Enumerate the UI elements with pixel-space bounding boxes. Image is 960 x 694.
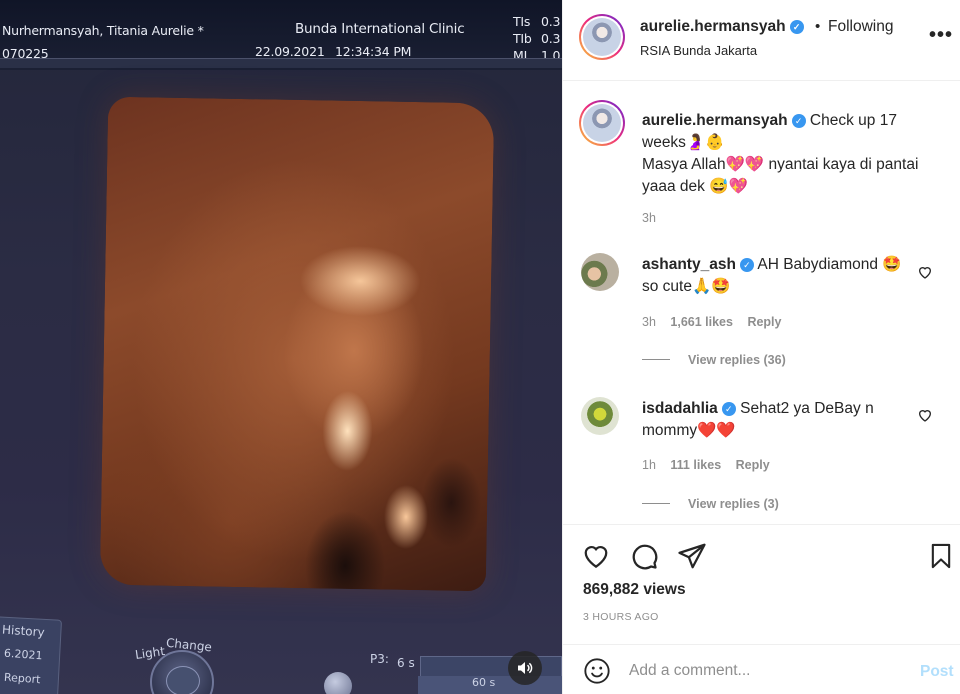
separator-dot: • — [815, 18, 821, 35]
p3-label: P3: — [370, 652, 389, 666]
tib-label: TIb — [513, 31, 532, 46]
reply-button[interactable]: Reply — [736, 458, 770, 472]
comment-likes[interactable]: 1,661 likes — [670, 315, 733, 329]
comment-input[interactable] — [629, 657, 899, 685]
scan-time: 12:34:34 PM — [335, 44, 412, 59]
comment-item: isdadahlia ✓ Sehat2 ya DeBay n mommy❤️❤️ — [642, 398, 922, 442]
author-username[interactable]: aurelie.hermansyah ✓ — [640, 18, 804, 36]
caption-timestamp[interactable]: 3h — [642, 211, 656, 225]
reply-button[interactable]: Reply — [747, 315, 781, 329]
save-bookmark-icon[interactable] — [927, 541, 955, 571]
p3-seconds: 6 s — [397, 656, 415, 670]
view-replies-button[interactable]: View replies (3) — [642, 497, 779, 511]
patient-name: Nurhermansyah, Titania Aurelie * — [2, 23, 204, 38]
author-username-text[interactable]: aurelie.hermansyah — [640, 18, 786, 35]
post-location[interactable]: RSIA Bunda Jakarta — [640, 43, 757, 58]
view-replies-label[interactable]: View replies (36) — [688, 353, 786, 367]
share-paper-plane-icon[interactable] — [677, 541, 707, 571]
comment-bubble-icon[interactable] — [629, 541, 659, 571]
comment-meta: 3h 1,661 likes Reply — [642, 315, 781, 329]
add-comment-bar: Post — [563, 644, 960, 694]
clinic-name: Bunda International Clinic — [295, 21, 465, 37]
comment-likes[interactable]: 111 likes — [670, 458, 721, 472]
comment-username[interactable]: isdadahlia — [642, 400, 718, 417]
tis-value: 0.3 — [541, 14, 561, 29]
ultrasound-3d-image — [99, 96, 495, 592]
tis-label: TIs — [513, 14, 531, 29]
comment-username[interactable]: ashanty_ash — [642, 256, 736, 273]
ultrasound-divider — [0, 58, 562, 68]
emoji-smiley-icon[interactable] — [583, 657, 611, 685]
comment-like-heart-icon[interactable] — [917, 407, 933, 423]
comment-avatar[interactable] — [581, 253, 619, 291]
history-label: History — [1, 622, 46, 640]
scan-date: 22.09.2021 — [255, 44, 325, 59]
post-media[interactable]: Nurhermansyah, Titania Aurelie * Bunda I… — [0, 0, 562, 694]
comment-time[interactable]: 1h — [642, 458, 656, 472]
verified-icon: ✓ — [791, 114, 806, 128]
comment-item: ashanty_ash ✓ AH Babydiamond 🤩 so cute🙏🤩 — [642, 254, 922, 298]
post-header: aurelie.hermansyah ✓ • Following RSIA Bun… — [563, 0, 960, 81]
history-date: 6.2021 — [3, 646, 43, 663]
verified-icon: ✓ — [721, 402, 736, 416]
post-caption: aurelie.hermansyah ✓ Check up 17 weeks🤰👶 … — [642, 110, 942, 198]
speaker-icon — [518, 662, 533, 674]
slider-seconds: 60 s — [472, 676, 496, 689]
comment-like-heart-icon[interactable] — [917, 264, 933, 280]
view-replies-label[interactable]: View replies (3) — [688, 497, 779, 511]
author-avatar[interactable] — [579, 14, 625, 60]
caption-avatar[interactable] — [579, 100, 625, 146]
audio-toggle-button[interactable] — [508, 651, 542, 685]
comment-avatar[interactable] — [581, 397, 619, 435]
comment-meta: 1h 111 likes Reply — [642, 458, 770, 472]
verified-icon: ✓ — [739, 258, 754, 272]
post-timestamp: 3 HOURS AGO — [583, 611, 659, 623]
caption-text-line2: Masya Allah💖💖 nyantai kaya di pantai yaa… — [642, 156, 919, 195]
report-label: Report — [3, 670, 41, 687]
view-replies-line — [642, 503, 670, 504]
trackball — [324, 672, 352, 694]
post-side-panel: aurelie.hermansyah ✓ • Following RSIA Bun… — [562, 0, 960, 694]
comment-time[interactable]: 3h — [642, 315, 656, 329]
more-options-icon[interactable]: ••• — [929, 24, 953, 47]
post-actions: 869,882 views 3 HOURS AGO — [563, 524, 960, 644]
tib-value: 0.3 — [541, 31, 561, 46]
verified-icon: ✓ — [789, 20, 804, 34]
following-button[interactable]: Following — [828, 18, 893, 36]
views-count[interactable]: 869,882 views — [583, 581, 686, 599]
view-replies-line — [642, 359, 670, 360]
view-replies-button[interactable]: View replies (36) — [642, 353, 786, 367]
post-comment-button[interactable]: Post — [920, 663, 954, 681]
caption-username[interactable]: aurelie.hermansyah — [642, 112, 788, 129]
like-heart-icon[interactable] — [581, 541, 611, 571]
